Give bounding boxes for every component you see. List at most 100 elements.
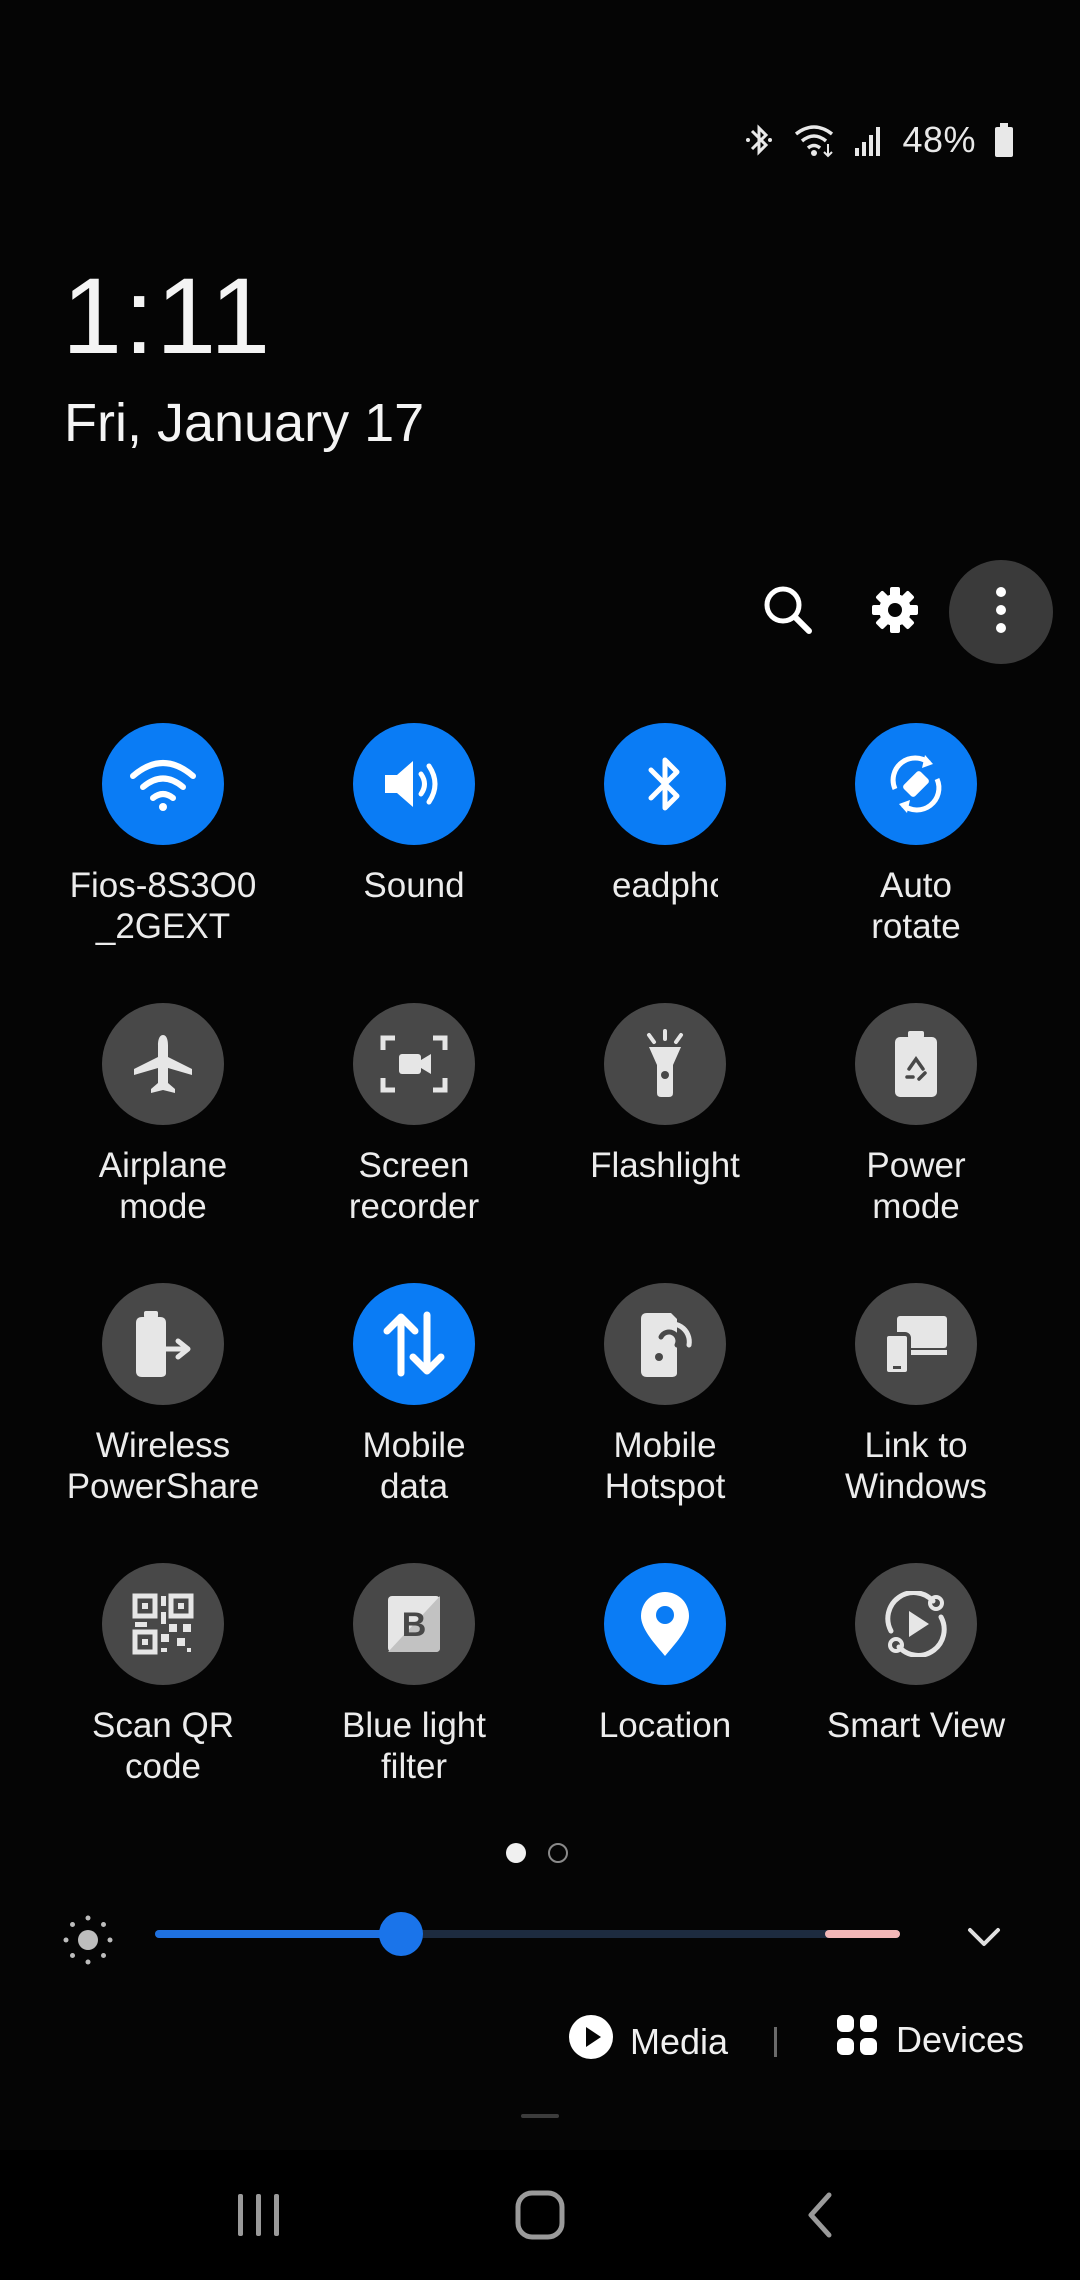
tile-label[interactable]: Mobile Hotspot <box>540 1425 790 1507</box>
search-icon <box>761 583 815 642</box>
page-indicator <box>506 1843 568 1863</box>
tile-hotspot[interactable]: Mobile Hotspot <box>540 1283 790 1543</box>
status-bar: 48% <box>744 110 1014 170</box>
tile-flashlight[interactable]: Flashlight <box>540 1003 790 1263</box>
tile-label[interactable]: Link to Windows <box>791 1425 1041 1507</box>
search-button[interactable] <box>736 560 840 664</box>
tile-label[interactable]: Location <box>540 1705 790 1746</box>
tile-airplane[interactable]: Airplane mode <box>38 1003 288 1263</box>
tile-blue-light-filter-toggle[interactable]: B <box>353 1563 475 1685</box>
back-icon <box>801 2189 841 2246</box>
wireless-powershare-icon <box>130 1309 196 1379</box>
home-button[interactable] <box>500 2182 580 2252</box>
tile-label[interactable]: Flashlight <box>540 1145 790 1186</box>
screen-recorder-icon <box>379 1034 449 1094</box>
play-icon <box>568 2014 614 2069</box>
tile-bluetooth[interactable]: eadphone] G <box>540 723 790 983</box>
expand-chevron-button[interactable] <box>958 1914 1010 1963</box>
tile-wifi[interactable]: Fios-8S3O0 _2GEXT <box>38 723 288 983</box>
blue-light-filter-icon: B <box>384 1592 444 1656</box>
media-label: Media <box>630 2020 729 2062</box>
devices-label: Devices <box>896 2018 1025 2060</box>
more-options-button[interactable] <box>949 560 1053 664</box>
panel-drag-handle[interactable] <box>521 2114 559 2118</box>
tile-label[interactable]: Mobile data <box>289 1425 539 1507</box>
auto-rotate-icon <box>881 749 951 819</box>
tile-wifi-toggle[interactable] <box>102 723 224 845</box>
wifi-icon <box>792 122 836 158</box>
tile-power-mode-toggle[interactable] <box>855 1003 977 1125</box>
tile-smart-view-toggle[interactable] <box>855 1563 977 1685</box>
tile-mobile-data-toggle[interactable] <box>353 1283 475 1405</box>
devices-grid-icon <box>836 2014 878 2065</box>
battery-percent: 48% <box>902 119 976 160</box>
tile-label[interactable]: Fios-8S3O0 _2GEXT <box>38 865 288 947</box>
tile-label[interactable]: Auto rotate <box>791 865 1041 947</box>
page-dot-active[interactable] <box>506 1843 526 1863</box>
tile-label[interactable]: Wireless PowerShare <box>38 1425 288 1507</box>
more-vert-icon <box>994 586 1008 639</box>
tile-blue-light-filter[interactable]: B Blue light filter <box>289 1563 539 1823</box>
tile-label[interactable]: Scan QR code <box>38 1705 288 1787</box>
tile-label[interactable]: Screen recorder <box>289 1145 539 1227</box>
tile-volume-toggle[interactable] <box>353 723 475 845</box>
power-mode-icon <box>891 1029 941 1099</box>
devices-button[interactable]: Devices <box>836 2014 1024 2065</box>
back-button[interactable] <box>781 2182 861 2252</box>
tile-airplane-toggle[interactable] <box>102 1003 224 1125</box>
tile-mobile-data[interactable]: Mobile data <box>289 1283 539 1543</box>
brightness-row <box>0 1908 1080 1965</box>
brightness-icon <box>62 1914 114 1971</box>
svg-text:B: B <box>402 1606 427 1644</box>
tile-power-mode[interactable]: Power mode <box>791 1003 1041 1263</box>
gear-icon <box>869 584 921 641</box>
tile-label[interactable]: Blue light filter <box>289 1705 539 1787</box>
tile-smart-view[interactable]: Smart View <box>791 1563 1041 1823</box>
bluetooth-icon <box>744 122 774 158</box>
tile-label[interactable]: Sound <box>289 865 539 906</box>
brightness-slider[interactable] <box>155 1912 900 1956</box>
cellular-signal-icon <box>854 124 884 156</box>
smart-view-icon <box>881 1591 951 1657</box>
battery-icon <box>994 123 1014 157</box>
recents-button[interactable] <box>219 2182 299 2252</box>
volume-icon <box>381 756 447 812</box>
page-dot-inactive[interactable] <box>548 1843 568 1863</box>
tile-link-to-windows[interactable]: Link to Windows <box>791 1283 1041 1543</box>
navigation-bar <box>0 2150 1080 2280</box>
tile-location[interactable]: Location <box>540 1563 790 1823</box>
tile-label[interactable]: eadphone] G <box>612 865 718 906</box>
tile-location-toggle[interactable] <box>604 1563 726 1685</box>
tile-label[interactable]: Power mode <box>791 1145 1041 1227</box>
tile-qr-code-toggle[interactable] <box>102 1563 224 1685</box>
tile-qr-code[interactable]: Scan QR code <box>38 1563 288 1823</box>
brightness-slider-fill <box>155 1930 401 1938</box>
bluetooth-icon <box>643 752 687 816</box>
tile-bluetooth-toggle[interactable] <box>604 723 726 845</box>
tile-label[interactable]: Smart View <box>791 1705 1041 1746</box>
settings-button[interactable] <box>843 560 947 664</box>
location-icon <box>637 1590 693 1658</box>
tile-screen-recorder[interactable]: Screen recorder <box>289 1003 539 1263</box>
tile-wireless-powershare-toggle[interactable] <box>102 1283 224 1405</box>
recents-icon <box>234 2192 284 2243</box>
tile-auto-rotate-toggle[interactable] <box>855 723 977 845</box>
tile-screen-recorder-toggle[interactable] <box>353 1003 475 1125</box>
airplane-icon <box>130 1031 196 1097</box>
home-icon <box>514 2189 566 2246</box>
brightness-slider-thumb[interactable] <box>379 1912 423 1956</box>
tile-auto-rotate[interactable]: Auto rotate <box>791 723 1041 983</box>
tile-volume[interactable]: Sound <box>289 723 539 983</box>
clock-date[interactable]: Fri, January 17 <box>64 396 424 450</box>
tile-hotspot-toggle[interactable] <box>604 1283 726 1405</box>
hotspot-icon <box>633 1309 697 1379</box>
clock-time[interactable]: 1:11 <box>62 262 272 370</box>
media-button[interactable]: Media <box>568 2014 728 2069</box>
tile-wireless-powershare[interactable]: Wireless PowerShare <box>38 1283 288 1543</box>
divider <box>774 2027 777 2057</box>
brightness-slider-end <box>825 1930 900 1938</box>
tile-flashlight-toggle[interactable] <box>604 1003 726 1125</box>
tile-label[interactable]: Airplane mode <box>38 1145 288 1227</box>
tile-link-to-windows-toggle[interactable] <box>855 1283 977 1405</box>
link-to-windows-icon <box>881 1312 951 1376</box>
